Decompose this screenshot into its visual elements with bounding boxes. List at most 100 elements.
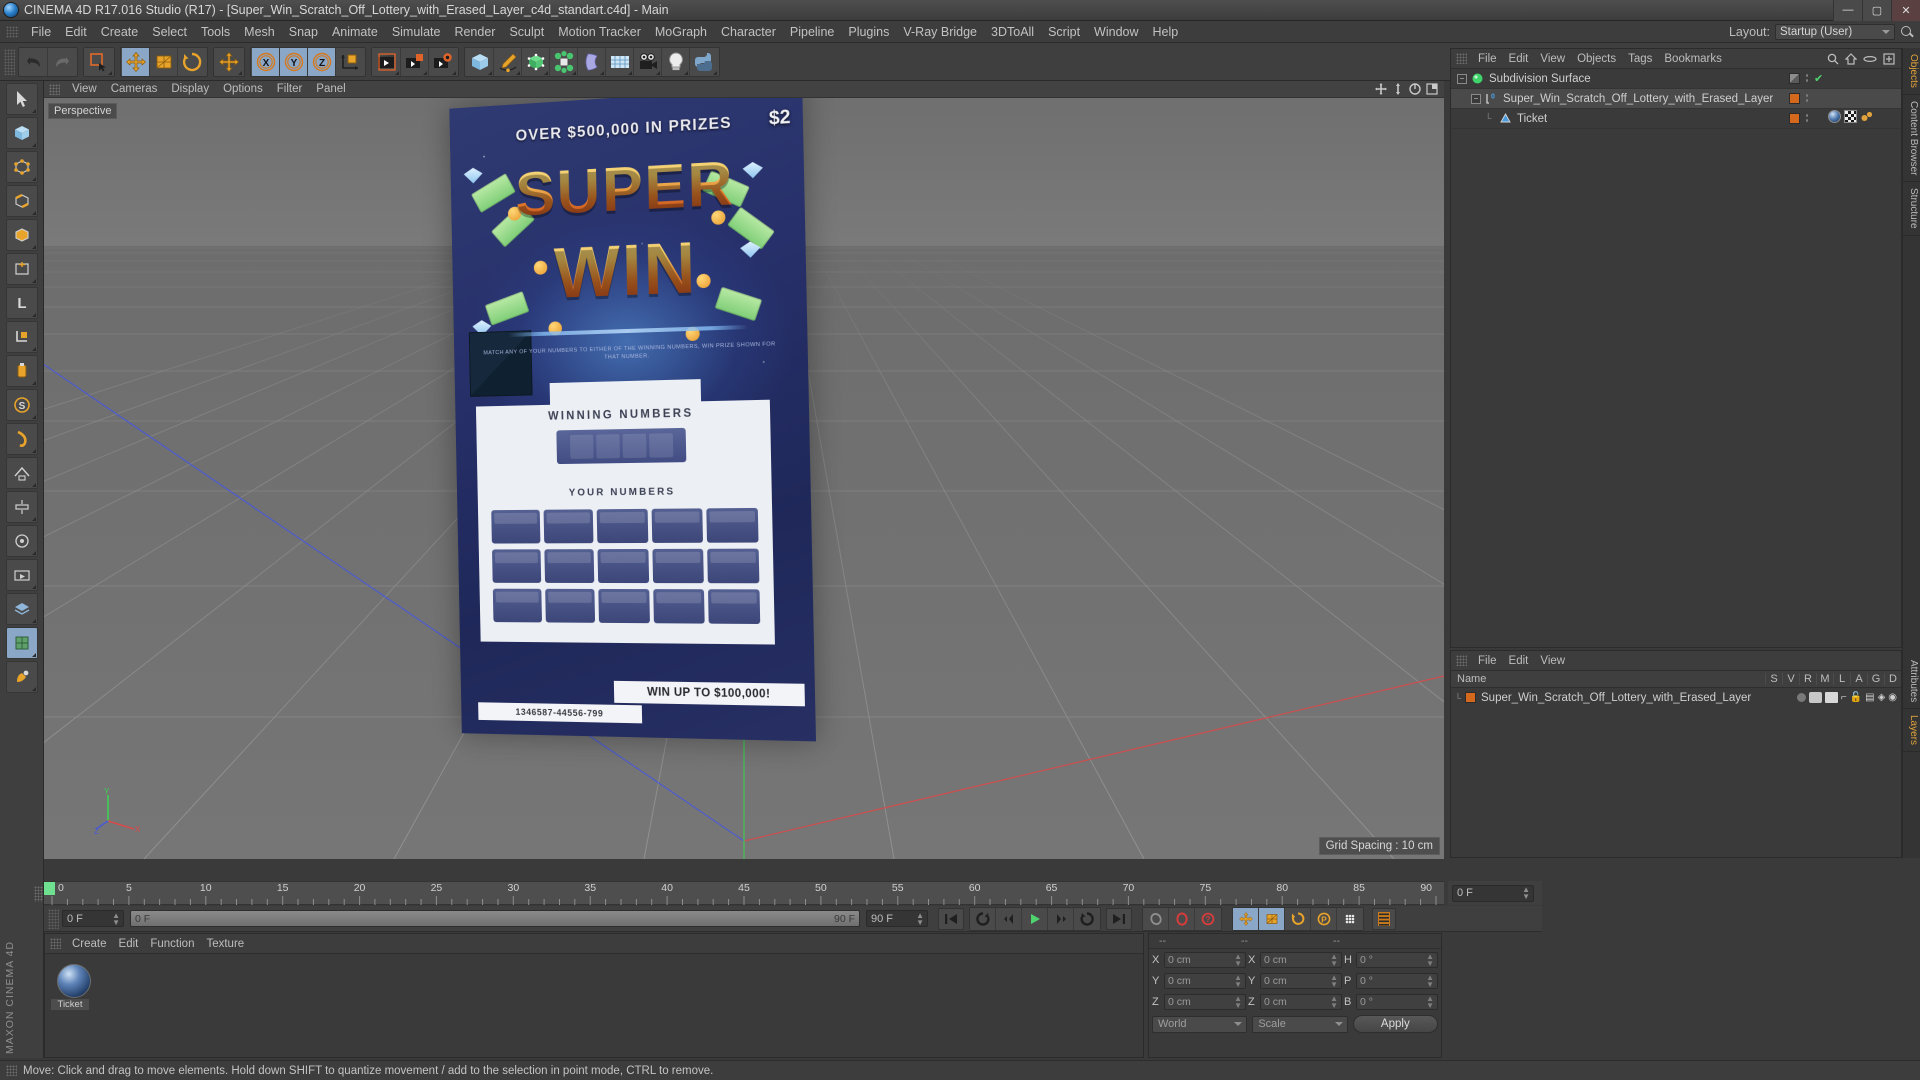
viewport-menu-view[interactable]: View [65, 83, 104, 95]
apply-button[interactable]: Apply [1352, 1015, 1438, 1033]
spinner-icon[interactable]: ▲ ▼ [112, 911, 120, 926]
viewport-drag-grip[interactable] [49, 83, 60, 95]
spinner-icon[interactable]: ▲ ▼ [1234, 952, 1242, 967]
parameter-key-button[interactable]: P [1311, 907, 1337, 930]
coord-field-position-y[interactable]: 0 cm ▲ ▼ [1164, 972, 1246, 989]
material-tag-icon[interactable] [1828, 109, 1841, 128]
play-button[interactable] [1022, 907, 1048, 930]
tool-object-axis[interactable]: L [6, 287, 38, 319]
menu-item-snap[interactable]: Snap [282, 23, 325, 41]
object-manager-menu-view[interactable]: View [1534, 53, 1571, 65]
spinner-icon[interactable]: ▲ ▼ [1426, 952, 1434, 967]
current-frame-readout[interactable]: 0 F ▲ ▼ [1452, 884, 1534, 902]
object-manager-grip[interactable] [1456, 53, 1467, 64]
lock-y-axis-button[interactable]: Y [280, 47, 308, 76]
world-coordinate-button[interactable] [336, 47, 364, 76]
tool-snap[interactable] [6, 423, 38, 455]
object-row[interactable]: − Subdivision Surface ✔ [1451, 69, 1901, 89]
camera-button[interactable] [634, 47, 662, 76]
menu-item-tools[interactable]: Tools [194, 23, 237, 41]
tool-texture-axis[interactable] [6, 321, 38, 353]
menu-item-simulate[interactable]: Simulate [385, 23, 448, 41]
previous-frame-button[interactable] [996, 907, 1022, 930]
generators-toggle[interactable]: ◈ [1878, 692, 1886, 703]
layer-manager-menu-edit[interactable]: Edit [1503, 655, 1535, 667]
tool-render-queue[interactable] [6, 559, 38, 591]
search-icon[interactable] [1827, 53, 1839, 65]
spinner-icon[interactable]: ▲ ▼ [1330, 994, 1338, 1009]
spinner-icon[interactable]: ▲ ▼ [1234, 994, 1242, 1009]
tool-selection[interactable] [6, 83, 38, 115]
position-key-button[interactable] [1233, 907, 1259, 930]
menu-item-plugins[interactable]: Plugins [841, 23, 896, 41]
coordinate-mode-dropdown[interactable]: Scale [1252, 1015, 1348, 1033]
coord-field-rotation-p[interactable]: 0 ° ▲ ▼ [1356, 972, 1438, 989]
expand-collapse-toggle[interactable]: − [1471, 93, 1481, 104]
object-row[interactable]: − 0 Super_Win_Scratch_Off_Lottery_with_Era… [1451, 89, 1901, 109]
expand-collapse-toggle[interactable]: − [1457, 73, 1467, 84]
close-button[interactable]: ✕ [1891, 0, 1920, 21]
redo-button[interactable] [48, 47, 76, 76]
object-manager-menu-objects[interactable]: Objects [1571, 53, 1622, 65]
menu-item-3dtoall[interactable]: 3DToAll [984, 23, 1041, 41]
menu-item-window[interactable]: Window [1087, 23, 1145, 41]
object-manager-menu-file[interactable]: File [1472, 53, 1503, 65]
coord-field-rotation-h[interactable]: 0 ° ▲ ▼ [1356, 951, 1438, 968]
render-view-button[interactable] [373, 47, 401, 76]
maximize-button[interactable]: ▢ [1862, 0, 1891, 21]
toolbar-drag-grip[interactable] [4, 48, 15, 75]
play-forward-loop-button[interactable] [1074, 907, 1100, 930]
coordinate-system-dropdown[interactable]: World [1152, 1015, 1248, 1033]
lock-toggle[interactable]: 🔓 [1850, 692, 1862, 703]
viewport-menu-cameras[interactable]: Cameras [104, 83, 165, 95]
autokeying-button[interactable] [1169, 907, 1195, 930]
tool-polygon-mode[interactable] [6, 219, 38, 251]
tool-paint[interactable] [6, 661, 38, 693]
menu-item-select[interactable]: Select [145, 23, 194, 41]
vertical-tab-objects[interactable]: Objects [1903, 48, 1920, 95]
go-to-end-button[interactable] [1106, 907, 1132, 930]
lock-x-axis-button[interactable]: X [252, 47, 280, 76]
tool-model-mode[interactable] [6, 253, 38, 285]
start-frame-field[interactable]: 0 F ▲ ▼ [62, 910, 124, 927]
tool-quantize[interactable] [6, 491, 38, 523]
object-color-swatch[interactable] [1789, 113, 1800, 124]
keyframe-selection-button[interactable]: ? [1195, 907, 1221, 930]
layer-row[interactable]: └ Super_Win_Scratch_Off_Lottery_with_Eras… [1451, 688, 1901, 707]
menu-item-mograph[interactable]: MoGraph [648, 23, 714, 41]
object-manager-menu-bookmarks[interactable]: Bookmarks [1658, 53, 1728, 65]
render-region-button[interactable] [401, 47, 429, 76]
render-toggle[interactable] [1824, 692, 1838, 703]
next-frame-button[interactable] [1048, 907, 1074, 930]
perspective-viewport[interactable]: OVER $500,000 IN PRIZES $2 SUPER WIN MAT… [44, 81, 1444, 859]
python-button[interactable] [690, 47, 718, 76]
object-manager-menu-edit[interactable]: Edit [1503, 53, 1535, 65]
maximize-icon[interactable] [1426, 83, 1438, 95]
menu-item-character[interactable]: Character [714, 23, 783, 41]
menu-item-v-ray-bridge[interactable]: V-Ray Bridge [896, 23, 984, 41]
coord-field-size-x[interactable]: 0 cm ▲ ▼ [1260, 951, 1342, 968]
tool-edge-mode[interactable] [6, 185, 38, 217]
environment-button[interactable] [606, 47, 634, 76]
ellipse-icon[interactable] [1863, 53, 1877, 65]
dolly-icon[interactable] [1392, 83, 1404, 95]
vertical-tab-content-browser[interactable]: Content Browser [1903, 95, 1920, 183]
spinner-icon[interactable]: ▲ ▼ [1330, 952, 1338, 967]
coord-field-size-z[interactable]: 0 cm ▲ ▼ [1260, 993, 1342, 1010]
material-menu-edit[interactable]: Edit [113, 938, 145, 950]
tool-uv[interactable] [6, 627, 38, 659]
layer-manager-menu-file[interactable]: File [1472, 655, 1503, 667]
material-menu-texture[interactable]: Texture [200, 938, 250, 950]
coord-field-position-z[interactable]: 0 cm ▲ ▼ [1164, 993, 1246, 1010]
menu-item-render[interactable]: Render [447, 23, 502, 41]
visible-toggle[interactable] [1808, 692, 1822, 703]
add-layer-icon[interactable] [1883, 52, 1895, 65]
scale-tool-button[interactable] [150, 47, 178, 76]
pan-icon[interactable] [1375, 83, 1387, 95]
live-selection-button[interactable] [85, 47, 113, 76]
object-color-swatch[interactable] [1789, 93, 1800, 104]
object-row[interactable]: └ Ticket [1451, 109, 1901, 129]
menu-item-mesh[interactable]: Mesh [237, 23, 282, 41]
spline-pen-button[interactable] [494, 47, 522, 76]
object-color-swatch[interactable] [1789, 73, 1800, 84]
